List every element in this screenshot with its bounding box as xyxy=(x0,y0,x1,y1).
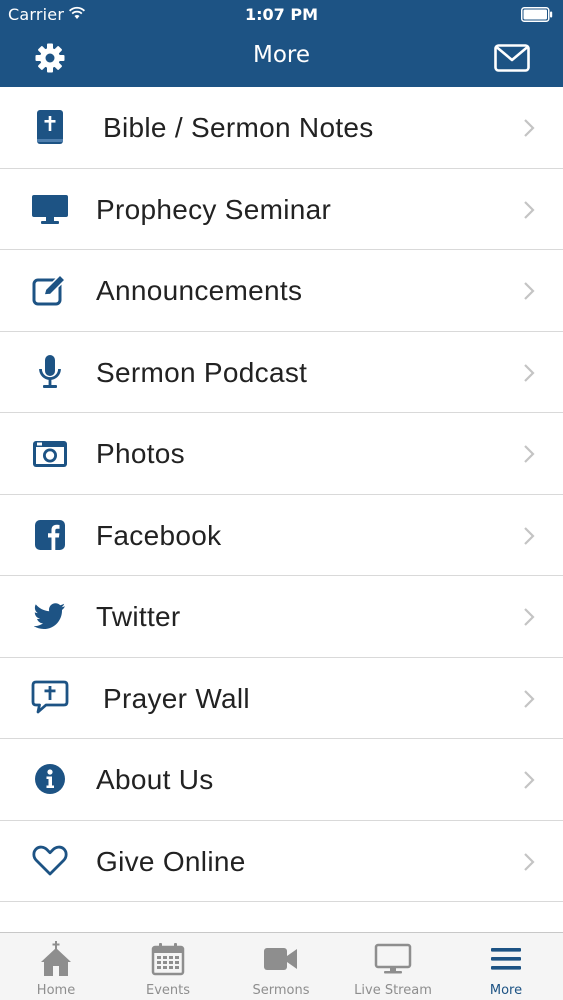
menu-item-facebook[interactable]: Facebook xyxy=(0,494,563,576)
page-title: More xyxy=(252,42,311,68)
status-time: 1:07 PM xyxy=(244,5,318,24)
menu-item-give-online[interactable]: Give Online xyxy=(0,820,563,902)
menu-item-label: About Us xyxy=(96,764,214,795)
chevron-right-icon xyxy=(524,771,535,789)
calendar-icon xyxy=(148,941,188,977)
facebook-icon xyxy=(26,515,74,555)
chevron-right-icon xyxy=(524,852,535,871)
heart-icon xyxy=(26,841,74,881)
church-icon xyxy=(36,941,76,977)
tab-label: More xyxy=(489,983,523,998)
prayer-bubble-icon xyxy=(26,678,74,718)
menu-item-prayer-wall[interactable]: Prayer Wall xyxy=(0,657,563,739)
menu-item-label: Photos xyxy=(96,438,185,469)
chevron-right-icon xyxy=(524,689,535,708)
envelope-icon xyxy=(494,44,530,72)
chevron-right-icon xyxy=(524,119,535,137)
menu-item-label: Prayer Wall xyxy=(103,682,250,714)
menu-item-sermon-podcast[interactable]: Sermon Podcast xyxy=(0,331,563,413)
chevron-right-icon xyxy=(524,526,535,545)
tab-home[interactable]: Home xyxy=(0,933,112,1000)
status-bar: Carrier 1:07 PM xyxy=(0,0,563,28)
tab-label: Live Stream xyxy=(354,983,432,998)
menu-item-label: Give Online xyxy=(96,845,246,877)
mail-button[interactable] xyxy=(490,40,534,76)
more-menu-list: Bible / Sermon Notes Prophecy Seminar An… xyxy=(0,87,563,902)
tab-label: Sermons xyxy=(252,983,310,998)
menu-item-label: Facebook xyxy=(96,519,222,551)
menu-item-label: Twitter xyxy=(96,601,181,632)
menu-item-photos[interactable]: Photos xyxy=(0,413,563,495)
microphone-icon xyxy=(26,352,74,392)
battery-icon xyxy=(521,7,553,22)
tab-label: Home xyxy=(36,983,76,998)
menu-item-prophecy-seminar[interactable]: Prophecy Seminar xyxy=(0,168,563,250)
tab-sermons[interactable]: Sermons xyxy=(225,933,337,1000)
video-camera-icon xyxy=(261,941,301,977)
menu-item-twitter[interactable]: Twitter xyxy=(0,576,563,658)
tab-live-stream[interactable]: Live Stream xyxy=(337,933,449,1000)
monitor-icon xyxy=(373,941,413,977)
twitter-icon xyxy=(26,596,74,636)
chevron-right-icon xyxy=(524,282,535,300)
navigation-bar: More xyxy=(0,28,563,87)
monitor-icon xyxy=(26,189,74,229)
chevron-right-icon xyxy=(524,608,535,626)
menu-item-bible-sermon-notes[interactable]: Bible / Sermon Notes xyxy=(0,87,563,169)
tab-label: Events xyxy=(145,983,190,998)
app-header: Carrier 1:07 PM More xyxy=(0,0,563,87)
chevron-right-icon xyxy=(524,445,535,463)
menu-item-label: Sermon Podcast xyxy=(96,356,308,388)
menu-icon xyxy=(486,941,526,977)
chevron-right-icon xyxy=(524,200,535,219)
edit-icon xyxy=(26,270,74,310)
menu-item-label: Announcements xyxy=(96,275,303,306)
tab-bar: Home Events Sermons Live Stream More xyxy=(0,932,563,1000)
menu-item-label: Bible / Sermon Notes xyxy=(103,112,374,143)
menu-item-announcements[interactable]: Announcements xyxy=(0,250,563,332)
menu-item-label: Prophecy Seminar xyxy=(96,193,332,225)
chevron-right-icon xyxy=(524,363,535,382)
info-icon xyxy=(26,759,74,799)
tab-events[interactable]: Events xyxy=(112,933,224,1000)
tab-more[interactable]: More xyxy=(450,933,562,1000)
menu-item-about-us[interactable]: About Us xyxy=(0,739,563,821)
camera-icon xyxy=(26,433,74,473)
bible-icon xyxy=(26,107,74,147)
